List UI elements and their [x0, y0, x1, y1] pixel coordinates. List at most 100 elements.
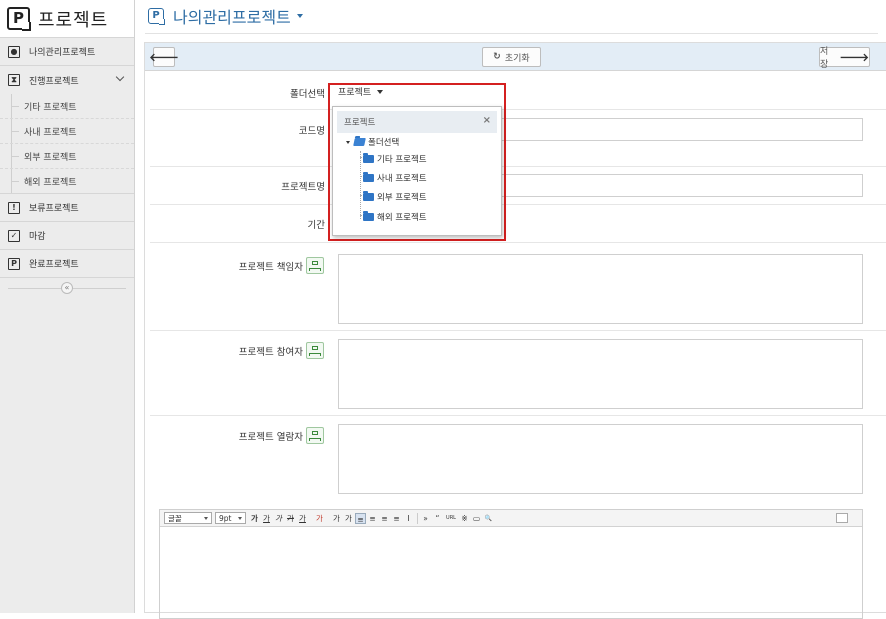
caret-down-icon[interactable]	[296, 14, 303, 18]
code-label: 코드명	[298, 126, 325, 137]
strikethrough-icon[interactable]: 가	[285, 513, 296, 524]
sidebar-item-my-projects[interactable]: ● 나의관리프로젝트	[0, 38, 134, 66]
tree-line	[360, 151, 361, 219]
tree-item-label: 해외 프로젝트	[377, 213, 427, 223]
sidebar-item-completed[interactable]: P 완료프로젝트	[0, 250, 134, 278]
sidebar-item-label: 보류프로젝트	[29, 204, 79, 214]
double-chevron-left-icon[interactable]: «	[61, 282, 73, 294]
viewer-field[interactable]	[338, 424, 863, 494]
hourglass-icon: ⧗	[8, 74, 20, 86]
back-button[interactable]: 🡐	[149, 47, 179, 67]
folder-open-icon	[353, 138, 366, 146]
sidebar-item-in-progress[interactable]: ⧗ 진행프로젝트	[0, 66, 134, 94]
tree-item-label: 기타 프로젝트	[377, 155, 427, 165]
align-justify-icon[interactable]: ≡	[391, 513, 402, 524]
sidebar-item-label: 마감	[29, 232, 46, 242]
arrow-right-icon: 🡒	[839, 51, 870, 64]
save-label: 저장	[820, 47, 829, 70]
sidebar-subitem-other[interactable]: 기타 프로젝트	[0, 94, 134, 119]
tree-item[interactable]: 외부 프로젝트	[363, 191, 427, 203]
editor-toolbar: 글꼴 9pt 가 가 가 가 가 가 가 가 ≡ ≡ ≡ ≡ I » “ URL…	[160, 510, 862, 527]
tree-item[interactable]: 해외 프로젝트	[363, 211, 427, 223]
viewer-label: 프로젝트 열람자	[238, 432, 303, 443]
org-chart-button[interactable]	[306, 427, 324, 444]
sidebar-item-label: 나의관리프로젝트	[29, 48, 96, 58]
sidebar-collapse[interactable]: «	[0, 278, 134, 298]
sidebar-subitem-overseas[interactable]: 해외 프로젝트	[0, 169, 134, 194]
org-chart-button[interactable]	[306, 342, 324, 359]
close-icon[interactable]: ×	[483, 115, 491, 126]
expand-triangle-icon[interactable]	[346, 140, 350, 144]
arrow-left-icon: 🡐	[149, 51, 179, 64]
manager-field[interactable]	[338, 254, 863, 324]
folder-label: 폴더선택	[290, 89, 325, 100]
reset-label: 초기화	[504, 53, 530, 64]
font-size-select[interactable]: 9pt	[215, 512, 246, 524]
save-button[interactable]: 저장 🡒	[819, 47, 870, 70]
sidebar-subitem-internal[interactable]: 사내 프로젝트	[0, 119, 134, 144]
sidebar-subitem-external[interactable]: 외부 프로젝트	[0, 144, 134, 169]
dropdown-header: 프로젝트 ×	[337, 111, 497, 133]
tree-root-label: 폴더선택	[368, 138, 400, 148]
sidebar-title: 프로젝트	[38, 9, 109, 31]
font-select[interactable]: 글꼴	[164, 512, 212, 524]
project-logo-icon: P	[7, 7, 31, 31]
exclamation-icon: !	[8, 201, 20, 214]
link-icon[interactable]: URL	[444, 513, 458, 524]
align-center-icon[interactable]: ≡	[367, 513, 378, 524]
sidebar-item-label: 진행프로젝트	[29, 76, 79, 87]
sidebar-item-closed[interactable]: ✓ 마감	[0, 222, 134, 250]
special-char-icon[interactable]: ※	[459, 513, 470, 524]
align-right-icon[interactable]: ≡	[379, 513, 390, 524]
superscript-icon[interactable]: 가	[331, 513, 342, 524]
highlight-icon[interactable]: 가	[314, 513, 325, 524]
sidebar-header: P 프로젝트	[0, 0, 134, 38]
folder-icon	[363, 153, 374, 163]
name-label: 프로젝트명	[281, 182, 325, 193]
participant-label: 프로젝트 참여자	[238, 347, 303, 358]
italic-icon[interactable]: 가	[273, 513, 284, 524]
folder-icon	[363, 191, 374, 201]
page-header: P 나의관리프로젝트	[135, 0, 886, 32]
sidebar: P 프로젝트 ● 나의관리프로젝트 ⧗ 진행프로젝트 기타 프로젝트 사내 프로…	[0, 0, 135, 613]
chevron-down-icon[interactable]	[115, 72, 125, 82]
checkbox-icon: ✓	[8, 229, 20, 242]
underline-icon[interactable]: 가	[261, 513, 272, 524]
person-icon: ●	[8, 45, 20, 58]
project-complete-icon: P	[8, 257, 20, 270]
sidebar-item-on-hold[interactable]: ! 보류프로젝트	[0, 194, 134, 222]
more-icon[interactable]: »	[420, 513, 431, 524]
project-logo-icon: P	[148, 8, 165, 25]
line-height-icon[interactable]: I	[403, 513, 414, 524]
tree-item[interactable]: 사내 프로젝트	[363, 172, 427, 184]
sidebar-item-label: 완료프로젝트	[29, 260, 79, 270]
subscript-icon[interactable]: 가	[343, 513, 354, 524]
tree-item-label: 사내 프로젝트	[377, 174, 427, 184]
fullscreen-icon[interactable]	[836, 513, 848, 523]
period-label: 기간	[307, 220, 325, 231]
dropdown-header-label: 프로젝트	[344, 118, 376, 128]
toolbar-separator	[417, 512, 418, 524]
reset-button[interactable]: ↻ 초기화	[482, 47, 541, 67]
manager-label: 프로젝트 책임자	[238, 262, 303, 273]
main-content: P 나의관리프로젝트 🡐 ↻ 초기화 저장 🡒 폴더선택 프로젝트 코드명 프로…	[135, 0, 886, 619]
form-panel: 🡐 ↻ 초기화 저장 🡒 폴더선택 프로젝트 코드명 프로젝트명 기간 프로젝트…	[144, 42, 886, 619]
font-color-icon[interactable]: 가	[297, 513, 308, 524]
page-title[interactable]: 나의관리프로젝트	[173, 4, 291, 28]
folder-icon	[363, 172, 374, 182]
search-icon[interactable]: 🔍	[483, 513, 494, 524]
table-icon[interactable]: ▭	[471, 513, 482, 524]
tree-root[interactable]: 폴더선택	[346, 136, 399, 148]
form-toolbar: 🡐 ↻ 초기화 저장 🡒	[145, 43, 886, 71]
rich-text-editor[interactable]: 글꼴 9pt 가 가 가 가 가 가 가 가 ≡ ≡ ≡ ≡ I » “ URL…	[159, 509, 863, 619]
org-chart-button[interactable]	[306, 257, 324, 274]
folder-icon	[363, 211, 374, 221]
tree-item[interactable]: 기타 프로젝트	[363, 153, 427, 165]
refresh-icon: ↻	[493, 52, 501, 62]
tree-item-label: 외부 프로젝트	[377, 193, 427, 203]
participant-field[interactable]	[338, 339, 863, 409]
quote-icon[interactable]: “	[432, 513, 443, 524]
folder-dropdown: 프로젝트 × 폴더선택 기타 프로젝트 사내 프로젝트 외부 프로젝트 해외 프…	[332, 106, 502, 236]
align-left-icon[interactable]: ≡	[355, 512, 366, 524]
bold-icon[interactable]: 가	[249, 513, 260, 524]
